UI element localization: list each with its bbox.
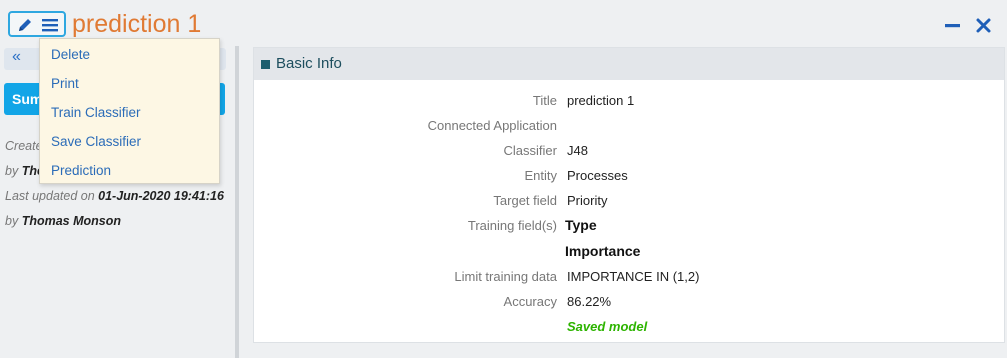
created-on-line: Create: [5, 139, 43, 153]
square-bullet-icon: [261, 60, 270, 69]
saved-model-status: Saved model: [567, 319, 648, 334]
minimize-button[interactable]: [943, 16, 963, 36]
basic-info-heading: Basic Info: [276, 55, 342, 72]
field-value-training-field-type: Type: [565, 217, 597, 233]
edit-button[interactable]: [15, 16, 37, 34]
menu-item-delete[interactable]: Delete: [51, 47, 90, 62]
field-label-accuracy: Accuracy: [503, 294, 557, 309]
updated-on-line: Last updated on 01-Jun-2020 19:41:16: [5, 189, 224, 203]
field-label-target-field: Target field: [493, 193, 557, 208]
created-by-prefix: by: [5, 164, 22, 178]
toolbar-group: [8, 11, 66, 37]
field-label-classifier: Classifier: [503, 143, 557, 158]
menu-item-prediction[interactable]: Prediction: [51, 163, 111, 178]
field-label-entity: Entity: [524, 168, 557, 183]
close-icon: [976, 18, 991, 33]
field-label-title: Title: [532, 93, 557, 108]
panel-splitter[interactable]: [235, 46, 239, 358]
updated-by-line: by Thomas Monson: [5, 214, 121, 228]
field-label-connected-application: Connected Application: [427, 118, 557, 133]
basic-info-panel: Basic Info Title prediction 1 Connected …: [253, 47, 1005, 343]
field-value-accuracy: 86.22%: [567, 294, 612, 309]
field-label-limit-training-data: Limit training data: [454, 269, 557, 284]
menu-item-train-classifier[interactable]: Train Classifier: [51, 105, 141, 120]
created-prefix: Create: [5, 139, 43, 153]
basic-info-header[interactable]: Basic Info: [254, 48, 1004, 80]
menu-button[interactable]: [40, 16, 62, 34]
updated-prefix: Last updated on: [5, 189, 99, 203]
field-value-entity: Processes: [567, 168, 628, 183]
close-button[interactable]: [974, 16, 994, 36]
field-label-training-fields: Training field(s): [467, 218, 557, 233]
updated-on-date: 01-Jun-2020 19:41:16: [98, 189, 224, 203]
actions-dropdown-menu: Delete Print Train Classifier Save Class…: [39, 38, 220, 184]
minimize-icon: [945, 24, 960, 28]
updated-by-name: Thomas Monson: [21, 214, 121, 228]
field-value-training-field-importance: Importance: [565, 243, 641, 259]
updated-by-prefix: by: [5, 214, 22, 228]
field-value-limit-training-data: IMPORTANCE IN (1,2): [567, 269, 700, 284]
pencil-icon: [19, 19, 31, 31]
double-chevron-left-icon: «: [12, 48, 21, 65]
field-value-target-field: Priority: [567, 193, 608, 208]
hamburger-menu-icon: [42, 19, 58, 32]
field-value-title: prediction 1: [567, 93, 635, 108]
page-title: prediction 1: [72, 10, 202, 38]
menu-item-save-classifier[interactable]: Save Classifier: [51, 134, 141, 149]
menu-item-print[interactable]: Print: [51, 76, 79, 91]
field-value-classifier: J48: [567, 143, 588, 158]
summary-label: Sum: [12, 91, 43, 107]
